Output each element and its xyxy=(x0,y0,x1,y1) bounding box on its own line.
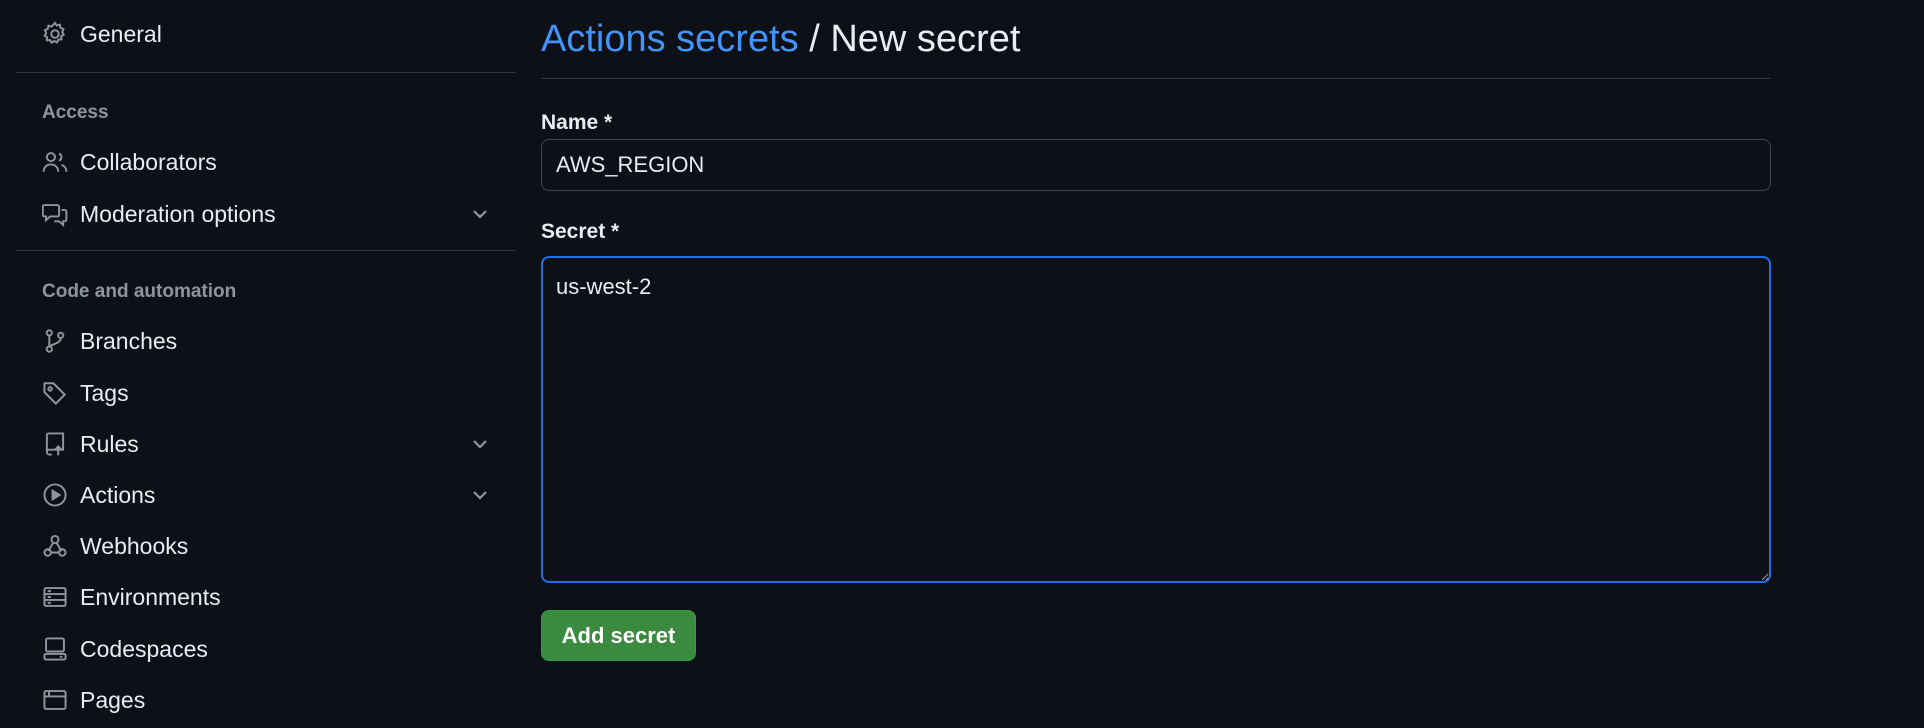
page-title: Actions secrets / New secret xyxy=(541,18,1020,61)
sidebar-item-rules[interactable]: Rules xyxy=(16,420,516,468)
sidebar-item-tags[interactable]: Tags xyxy=(16,369,516,417)
sidebar-item-label: Environments xyxy=(80,583,221,610)
people-icon xyxy=(42,149,68,175)
sidebar-item-label: General xyxy=(80,20,162,47)
title-divider xyxy=(541,78,1771,79)
play-icon xyxy=(42,482,68,508)
chevron-down-icon[interactable] xyxy=(468,202,492,226)
sidebar-item-collaborators[interactable]: Collaborators xyxy=(16,138,516,186)
comment-discussion-icon xyxy=(42,201,68,227)
sidebar-item-label: Branches xyxy=(80,327,178,354)
breadcrumb-actions-secrets[interactable]: Actions secrets xyxy=(541,18,799,60)
sidebar-item-actions[interactable]: Actions xyxy=(16,471,516,519)
sidebar-item-label: Rules xyxy=(80,430,139,457)
server-icon xyxy=(42,584,68,610)
sidebar-item-codespaces[interactable]: Codespaces xyxy=(16,625,516,673)
chevron-down-icon[interactable] xyxy=(468,483,492,507)
sidebar-section-code-and-automation: Code and automation xyxy=(42,281,237,302)
codespaces-icon xyxy=(42,636,68,662)
sidebar-item-label: Webhooks xyxy=(80,532,189,559)
main-content: Actions secrets / New secret Name * Secr… xyxy=(541,0,1771,728)
git-branch-icon xyxy=(42,328,68,354)
sidebar-item-label: Pages xyxy=(80,686,146,713)
sidebar-section-access: Access xyxy=(42,102,109,123)
sidebar-divider xyxy=(16,72,516,73)
sidebar-item-general[interactable]: General xyxy=(16,10,516,58)
sidebar-item-webhooks[interactable]: Webhooks xyxy=(16,522,516,570)
sidebar-divider xyxy=(16,250,516,251)
name-input[interactable] xyxy=(541,139,1771,191)
name-label: Name * xyxy=(541,111,613,134)
tag-icon xyxy=(42,380,68,406)
sidebar-item-branches[interactable]: Branches xyxy=(16,317,516,365)
sidebar-item-pages[interactable]: Pages xyxy=(16,676,516,724)
browser-icon xyxy=(42,687,68,713)
repo-push-icon xyxy=(42,431,68,457)
sidebar-item-label: Codespaces xyxy=(80,635,208,662)
sidebar-item-moderation-options[interactable]: Moderation options xyxy=(16,190,516,238)
breadcrumb-separator: / xyxy=(809,18,820,60)
secret-textarea[interactable]: us-west-2 xyxy=(541,256,1771,583)
breadcrumb-current: New secret xyxy=(830,18,1021,60)
add-secret-button[interactable]: Add secret xyxy=(541,610,696,661)
sidebar-item-label: Moderation options xyxy=(80,200,276,227)
gear-icon xyxy=(42,21,68,47)
webhook-icon xyxy=(42,533,68,559)
sidebar-item-environments[interactable]: Environments xyxy=(16,573,516,621)
sidebar-item-label: Collaborators xyxy=(80,148,217,175)
settings-sidebar: General Access Collaborators Moderation … xyxy=(16,0,516,728)
sidebar-item-label: Actions xyxy=(80,481,156,508)
chevron-down-icon[interactable] xyxy=(468,432,492,456)
secret-label: Secret * xyxy=(541,220,620,243)
sidebar-item-label: Tags xyxy=(80,379,129,406)
